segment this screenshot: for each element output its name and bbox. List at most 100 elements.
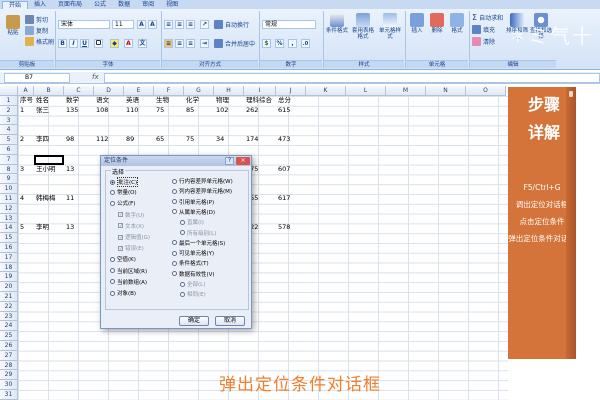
- cell-styles-button[interactable]: 单元格样式: [378, 13, 402, 40]
- align-bottom-button[interactable]: ≡: [186, 20, 195, 29]
- wrap-text-button[interactable]: 自动换行: [214, 20, 249, 29]
- radio-option[interactable]: 当前数组(A): [110, 278, 147, 286]
- align-left-button[interactable]: ≡: [164, 39, 173, 48]
- paste-button[interactable]: 粘贴: [4, 15, 22, 36]
- column-header[interactable]: N: [426, 86, 466, 96]
- row-header[interactable]: 25: [0, 331, 18, 341]
- font-name-select[interactable]: 宋体: [58, 20, 110, 29]
- tab-view[interactable]: 视图: [160, 1, 184, 9]
- worksheet-grid[interactable]: [18, 96, 508, 400]
- column-header[interactable]: D: [94, 86, 124, 96]
- table-format-button[interactable]: 套用表格格式: [350, 13, 376, 40]
- data-cell[interactable]: 112: [96, 135, 108, 144]
- radio-option[interactable]: 空值(K): [110, 255, 136, 263]
- data-cell[interactable]: 张三: [36, 106, 49, 115]
- row-header[interactable]: 9: [0, 174, 18, 185]
- italic-button[interactable]: I: [69, 39, 78, 48]
- percent-button[interactable]: %: [275, 39, 284, 48]
- column-header[interactable]: F: [154, 86, 184, 96]
- header-cell[interactable]: 物理: [216, 96, 229, 105]
- data-cell[interactable]: 李四: [36, 135, 49, 144]
- fx-icon[interactable]: fx: [92, 73, 99, 81]
- data-cell[interactable]: 75: [156, 106, 164, 115]
- tab-data[interactable]: 数据: [112, 1, 136, 9]
- radio-option[interactable]: 条件格式(T): [172, 259, 209, 267]
- ok-button[interactable]: 确定: [179, 316, 209, 326]
- radio-option[interactable]: 最后一个单元格(S): [172, 239, 225, 247]
- checkbox-option[interactable]: ✓ 逻辑值(G): [118, 233, 150, 241]
- header-cell[interactable]: 化学: [186, 96, 199, 105]
- header-cell[interactable]: 姓名: [36, 96, 49, 105]
- autosum-button[interactable]: Σ 自动求和: [472, 13, 503, 22]
- radio-option[interactable]: 全部(L): [180, 280, 205, 288]
- data-cell[interactable]: 2: [20, 135, 24, 144]
- data-cell[interactable]: 4: [20, 194, 24, 203]
- underline-button[interactable]: U: [80, 39, 89, 48]
- data-cell[interactable]: 65: [156, 135, 164, 144]
- merge-center-button[interactable]: 合并后居中: [214, 39, 255, 48]
- column-header[interactable]: L: [346, 86, 386, 96]
- checkbox-option[interactable]: ✓ 数字(U): [118, 211, 144, 219]
- cut-button[interactable]: 剪切: [25, 15, 48, 24]
- row-header[interactable]: 6: [0, 145, 18, 155]
- border-button[interactable]: [94, 39, 103, 48]
- data-cell[interactable]: 75: [186, 135, 194, 144]
- bold-button[interactable]: B: [58, 39, 67, 48]
- data-cell[interactable]: 607: [278, 165, 290, 174]
- column-header[interactable]: G: [184, 86, 214, 96]
- data-cell[interactable]: 578: [278, 223, 290, 232]
- data-cell[interactable]: 34: [216, 135, 224, 144]
- data-cell[interactable]: 3: [20, 165, 24, 174]
- data-cell[interactable]: 108: [96, 106, 108, 115]
- header-cell[interactable]: 总分: [278, 96, 291, 105]
- radio-option[interactable]: 行内容差异单元格(W): [172, 177, 233, 185]
- row-header[interactable]: 1: [0, 96, 18, 106]
- header-cell[interactable]: 英语: [126, 96, 139, 105]
- insert-cells-button[interactable]: 插入: [408, 13, 426, 34]
- row-header[interactable]: 10: [0, 184, 18, 194]
- data-cell[interactable]: 473: [278, 135, 290, 144]
- data-cell[interactable]: 135: [66, 106, 78, 115]
- data-cell[interactable]: 262: [246, 106, 258, 115]
- data-cell[interactable]: 110: [126, 106, 138, 115]
- row-header[interactable]: 27: [0, 350, 18, 361]
- close-button[interactable]: ×: [236, 157, 250, 165]
- fill-button[interactable]: 填充: [472, 25, 495, 34]
- data-cell[interactable]: 615: [278, 106, 290, 115]
- fill-color-button[interactable]: ◆: [110, 39, 119, 48]
- header-cell[interactable]: 序号: [20, 96, 33, 105]
- data-cell[interactable]: 85: [186, 106, 194, 115]
- data-cell[interactable]: 98: [66, 135, 74, 144]
- help-button[interactable]: ?: [225, 157, 234, 165]
- tab-home[interactable]: 开始: [2, 1, 29, 9]
- indent-button[interactable]: ⇥: [200, 39, 209, 48]
- radio-option[interactable]: 直属(I): [180, 218, 204, 226]
- delete-cells-button[interactable]: 删除: [428, 13, 446, 34]
- data-cell[interactable]: 5: [20, 223, 24, 232]
- header-cell[interactable]: 语文: [96, 96, 109, 105]
- data-cell[interactable]: 13: [66, 165, 74, 174]
- column-header[interactable]: C: [64, 86, 94, 96]
- row-header[interactable]: 13: [0, 213, 18, 224]
- decimal-button[interactable]: .0: [301, 39, 310, 48]
- data-cell[interactable]: 102: [216, 106, 228, 115]
- radio-option[interactable]: 相同(E): [180, 290, 206, 298]
- tab-review[interactable]: 审阅: [136, 1, 160, 9]
- row-header[interactable]: 14: [0, 223, 18, 234]
- shrink-font-button[interactable]: A: [148, 20, 157, 29]
- selected-cell[interactable]: [34, 154, 64, 165]
- format-cells-button[interactable]: 格式: [448, 13, 466, 34]
- align-center-button[interactable]: ≡: [175, 39, 184, 48]
- radio-option[interactable]: 从属单元格(D): [172, 208, 215, 216]
- data-cell[interactable]: 89: [126, 135, 134, 144]
- row-header[interactable]: 17: [0, 252, 18, 263]
- format-painter-button[interactable]: 格式刷: [25, 37, 54, 46]
- tab-formulas[interactable]: 公式: [88, 1, 112, 9]
- column-header[interactable]: I: [244, 86, 276, 96]
- row-header[interactable]: 12: [0, 203, 18, 214]
- row-header[interactable]: 16: [0, 243, 18, 253]
- checkbox-option[interactable]: ✓ 错误(E): [118, 244, 144, 252]
- data-cell[interactable]: 13: [66, 223, 74, 232]
- column-header[interactable]: H: [214, 86, 244, 96]
- font-size-select[interactable]: 11: [112, 20, 134, 29]
